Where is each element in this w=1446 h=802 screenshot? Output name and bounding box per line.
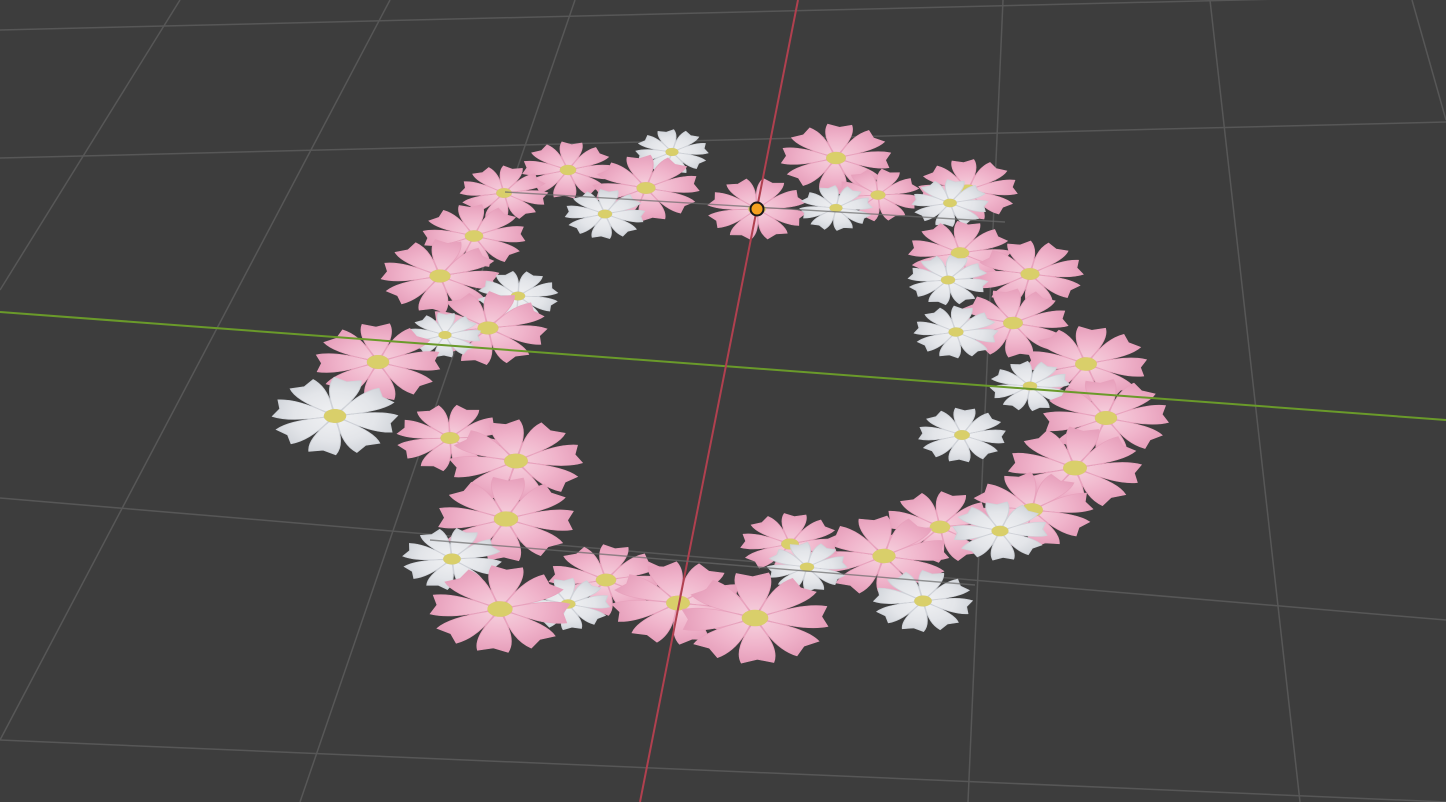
flower-center [636, 182, 656, 194]
flower-center [940, 275, 956, 285]
grid-line [0, 739, 1446, 802]
flower-center [665, 147, 679, 157]
viewport-canvas[interactable] [0, 0, 1446, 802]
flower-center [826, 151, 846, 165]
grid-line [0, 0, 1271, 31]
axes [0, 0, 1446, 802]
white-flower-icon [766, 541, 848, 593]
flower-center [597, 209, 613, 219]
x-axis-line [639, 0, 799, 802]
grid-line [967, 0, 1004, 802]
flower-center [493, 511, 519, 527]
flower-center [443, 553, 461, 565]
3d-viewport[interactable] [0, 0, 1446, 802]
flower-center [943, 198, 957, 208]
flower-center [496, 188, 512, 198]
flower-center [954, 430, 970, 440]
flower-center [559, 164, 577, 176]
flower-center [366, 355, 390, 369]
flower-center [323, 409, 347, 423]
white-flower-icon [872, 569, 974, 633]
flower-center [1094, 411, 1118, 425]
flower-center [870, 190, 886, 200]
flower-center [929, 520, 951, 534]
origin-point-icon[interactable] [749, 201, 765, 217]
flower-center [872, 548, 896, 564]
flower-center [991, 525, 1009, 537]
flower-center [595, 573, 617, 587]
flower-center [948, 327, 964, 337]
flower-center [504, 453, 528, 469]
flower-center [914, 595, 932, 607]
grid-line [0, 121, 1446, 159]
grid-floor [0, 0, 1446, 802]
white-flower-icon [918, 407, 1006, 463]
white-flower-icon [271, 376, 399, 456]
flower-center [440, 432, 460, 444]
flower-center [1063, 460, 1087, 476]
y-axis-line [0, 311, 1446, 421]
flower-center [429, 269, 451, 283]
flower-center [1020, 268, 1040, 280]
grid-line [1411, 0, 1446, 121]
grid-line [1209, 0, 1301, 802]
grid-line [0, 0, 181, 291]
flower-center [741, 609, 769, 627]
flower-center [829, 203, 843, 213]
flower-center [477, 321, 499, 335]
flower-center [1003, 316, 1023, 330]
flower-center [487, 601, 513, 617]
flower-center [464, 230, 484, 242]
flower-center [438, 330, 452, 340]
flower-center [1075, 357, 1097, 371]
